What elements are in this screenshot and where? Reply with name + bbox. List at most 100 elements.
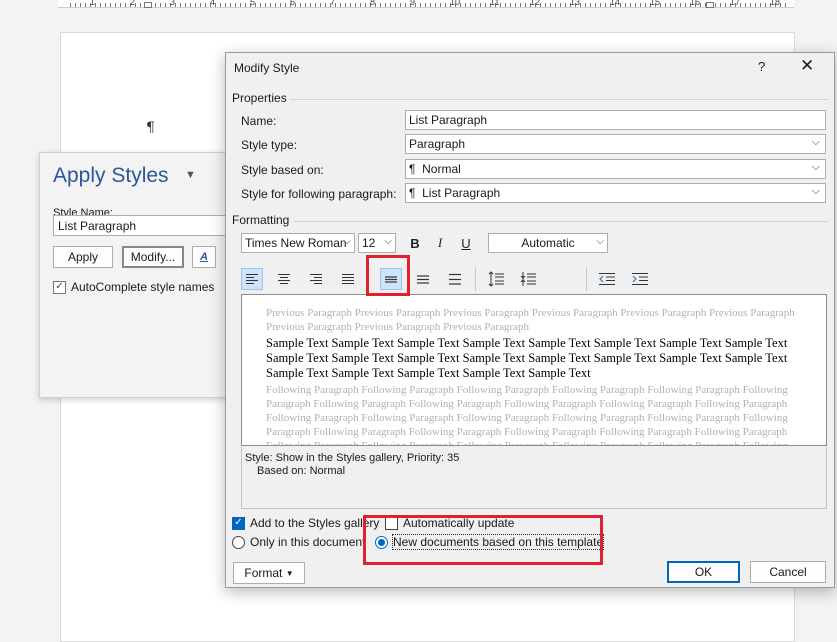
ruler-tick — [630, 3, 631, 7]
autocomplete-checkbox[interactable]: ✓ — [53, 280, 66, 294]
justify-button[interactable] — [337, 268, 359, 290]
ruler-tick — [595, 3, 596, 7]
toolbar-divider — [366, 267, 367, 291]
automatically-update-row[interactable]: Automatically update — [385, 516, 514, 530]
ruler-tick — [720, 3, 721, 7]
ruler-tick — [510, 3, 511, 7]
cancel-button[interactable]: Cancel — [750, 561, 826, 583]
double-spacing-button[interactable] — [444, 268, 466, 290]
horizontal-ruler[interactable]: 1 2 3 4 5 6 7 8 9 10 11 12 13 14 15 16 17 18 — [58, 0, 794, 8]
pane-options-dropdown-icon[interactable]: ▼ — [185, 169, 196, 181]
ruler-tick — [465, 3, 466, 7]
ruler-tick — [75, 3, 76, 7]
ruler-tick — [500, 3, 501, 7]
apply-button[interactable]: Apply — [53, 246, 113, 268]
ruler-tick — [315, 3, 316, 7]
increase-paragraph-spacing-button[interactable] — [485, 268, 507, 290]
ruler-tick — [420, 3, 421, 7]
ruler-tick — [230, 3, 231, 7]
style-name-input[interactable]: List Paragraph — [53, 215, 253, 236]
align-left-icon — [246, 274, 258, 284]
help-icon[interactable]: ? — [758, 59, 765, 74]
ruler-tick — [365, 3, 366, 7]
formatting-heading: Formatting — [232, 213, 290, 227]
properties-heading: Properties — [232, 91, 287, 105]
add-to-gallery-label: Add to the Styles gallery — [250, 516, 380, 530]
ruler-tick — [115, 3, 116, 7]
ruler-tick — [470, 3, 471, 7]
decrease-indent-button[interactable] — [596, 268, 618, 290]
left-indent-marker[interactable] — [144, 2, 152, 8]
ruler-tick — [125, 3, 126, 7]
only-this-document-row[interactable]: Only in this document — [232, 535, 365, 549]
ruler-number: 17 — [730, 0, 741, 7]
ruler-tick — [280, 3, 281, 7]
modify-button[interactable]: Modify... — [122, 246, 184, 268]
ruler-tick — [725, 3, 726, 7]
decrease-paragraph-spacing-button[interactable] — [517, 268, 539, 290]
ruler-tick — [555, 3, 556, 7]
autocomplete-row[interactable]: ✓ AutoComplete style names — [53, 280, 214, 294]
ruler-tick — [475, 3, 476, 7]
add-to-gallery-checkbox[interactable]: ✓ — [232, 516, 245, 530]
ruler-tick — [110, 3, 111, 7]
ruler-tick — [155, 3, 156, 7]
ruler-tick — [715, 3, 716, 7]
single-spacing-button[interactable] — [380, 268, 402, 290]
new-documents-row[interactable]: New documents based on this template — [375, 534, 605, 550]
chevron-down-icon: ⌵ — [596, 236, 604, 247]
automatically-update-checkbox[interactable] — [385, 516, 398, 530]
align-left-button[interactable] — [241, 268, 263, 290]
ruler-tick — [405, 3, 406, 7]
single-spacing-icon — [385, 276, 397, 283]
style-preview: Previous Paragraph Previous Paragraph Pr… — [241, 294, 827, 446]
right-indent-marker[interactable] — [706, 2, 714, 8]
increase-indent-button[interactable] — [629, 268, 651, 290]
automatically-update-label: Automatically update — [403, 516, 515, 530]
new-documents-radio[interactable] — [375, 535, 388, 549]
ruler-tick — [445, 3, 446, 7]
ruler-tick — [780, 3, 781, 7]
following-paragraph-select[interactable]: ¶ List Paragraph ⌵ — [405, 183, 826, 203]
add-to-gallery-row[interactable]: ✓ Add to the Styles gallery — [232, 516, 379, 530]
ruler-number: 14 — [610, 0, 621, 7]
bold-button[interactable]: B — [405, 233, 425, 253]
ruler-tick — [350, 3, 351, 7]
ruler-tick — [540, 3, 541, 7]
ruler-tick — [375, 3, 376, 7]
ruler-tick — [225, 3, 226, 7]
font-select[interactable]: Times New Roman ⌵ — [241, 233, 355, 253]
name-input[interactable]: List Paragraph — [405, 110, 826, 130]
one-half-spacing-icon — [417, 275, 429, 284]
toolbar-divider — [586, 267, 587, 291]
ruler-tick — [195, 3, 196, 7]
ruler-tick — [385, 3, 386, 7]
align-center-button[interactable] — [273, 268, 295, 290]
ruler-number: 3 — [170, 0, 176, 7]
font-color-select[interactable]: Automatic ⌵ — [488, 233, 608, 253]
ruler-tick — [605, 3, 606, 7]
style-type-select[interactable]: Paragraph ⌵ — [405, 134, 826, 154]
ruler-number: 8 — [370, 0, 376, 7]
style-description: Style: Show in the Styles gallery, Prior… — [241, 447, 827, 509]
underline-button[interactable]: U — [456, 233, 476, 253]
ruler-tick — [275, 3, 276, 7]
ruler-tick — [390, 3, 391, 7]
format-menu-button[interactable]: Format ▼ — [233, 562, 305, 584]
styles-pane-icon[interactable]: A — [192, 246, 216, 268]
align-right-button[interactable] — [305, 268, 327, 290]
italic-button[interactable]: I — [430, 233, 450, 253]
ok-button[interactable]: OK — [667, 561, 740, 583]
ruler-tick — [415, 3, 416, 7]
only-this-document-label: Only in this document — [250, 535, 366, 549]
close-icon[interactable]: ✕ — [800, 56, 814, 76]
only-this-document-radio[interactable] — [232, 535, 245, 549]
ruler-tick — [585, 3, 586, 7]
align-center-icon — [278, 274, 290, 284]
ruler-tick — [185, 3, 186, 7]
style-based-on-select[interactable]: ¶ Normal ⌵ — [405, 159, 826, 179]
ruler-tick — [300, 3, 301, 7]
font-size-select[interactable]: 12 ⌵ — [358, 233, 396, 253]
autocomplete-label: AutoComplete style names — [71, 280, 215, 294]
one-half-spacing-button[interactable] — [412, 268, 434, 290]
